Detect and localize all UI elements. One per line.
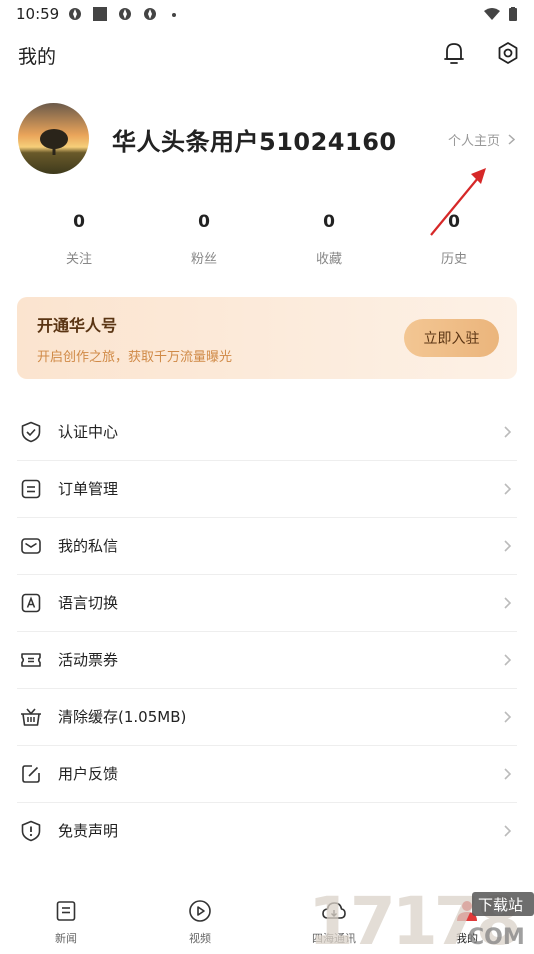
join-button[interactable]: 立即入驻 (404, 319, 499, 357)
menu-label: 语言切换 (58, 594, 119, 612)
chevron-right-icon (504, 596, 512, 609)
menu-item-messages[interactable]: 我的私信 (17, 517, 517, 575)
profile-link[interactable]: 个人主页 (448, 130, 516, 149)
shield-check-icon (19, 420, 43, 444)
stat-value: 0 (323, 212, 335, 232)
mail-icon (19, 534, 43, 558)
bell-icon[interactable] (441, 40, 467, 66)
menu-label: 活动票券 (58, 651, 119, 669)
basket-icon (19, 705, 43, 729)
menu-item-verification[interactable]: 认证中心 (17, 403, 517, 461)
menu-label: 用户反馈 (58, 765, 119, 783)
notification-icon (69, 8, 81, 20)
news-icon (53, 898, 79, 924)
menu-item-language[interactable]: 语言切换 (17, 574, 517, 632)
menu-label: 免责声明 (58, 822, 119, 840)
stat-label: 粉丝 (190, 252, 217, 267)
notification-icon (119, 8, 131, 20)
watermark-logo: 17178 下载站 COM (308, 880, 534, 954)
menu-label: 订单管理 (58, 480, 119, 498)
chevron-right-icon (504, 653, 512, 666)
avatar[interactable] (18, 103, 89, 174)
play-icon (187, 898, 213, 924)
chevron-right-icon (504, 539, 512, 552)
stat-label: 关注 (65, 252, 92, 267)
chevron-right-icon (504, 710, 512, 723)
nav-label: 视频 (189, 932, 211, 945)
notification-icon (144, 8, 156, 20)
menu-item-clear-cache[interactable]: 清除缓存(1.05MB) (17, 688, 517, 746)
stat-value: 0 (448, 212, 460, 232)
menu-label: 清除缓存(1.05MB) (58, 708, 187, 726)
dot-icon (172, 13, 176, 17)
battery-icon (509, 7, 517, 21)
stat-following[interactable]: 0 关注 (39, 212, 119, 267)
chevron-right-icon (504, 482, 512, 495)
svg-text:下载站: 下载站 (478, 896, 523, 914)
stat-value: 0 (73, 212, 85, 232)
chevron-right-icon (504, 425, 512, 438)
banner-title: 开通华人号 (37, 316, 118, 335)
menu-label: 我的私信 (58, 537, 119, 555)
nav-news[interactable]: 新闻 (31, 898, 101, 946)
stat-label: 收藏 (315, 252, 342, 267)
profile-link-label: 个人主页 (448, 134, 501, 149)
chevron-right-icon (504, 767, 512, 780)
page-title: 我的 (18, 46, 57, 68)
menu-item-tickets[interactable]: 活动票券 (17, 631, 517, 689)
chevron-right-icon (504, 824, 512, 837)
wifi-icon (484, 8, 500, 20)
status-time: 10:59 (16, 5, 60, 23)
disclaimer-icon (19, 819, 43, 843)
stat-value: 0 (198, 212, 210, 232)
ticket-icon (19, 648, 43, 672)
username: 华人头条用户51024160 (112, 128, 397, 156)
stat-history[interactable]: 0 历史 (414, 212, 494, 267)
nav-label: 新闻 (55, 932, 77, 945)
chevron-right-icon (508, 134, 516, 145)
feedback-icon (19, 762, 43, 786)
status-bar: 10:59 (0, 0, 534, 28)
stat-followers[interactable]: 0 粉丝 (164, 212, 244, 267)
banner-subtitle: 开启创作之旅，获取千万流量曝光 (37, 350, 233, 365)
stat-label: 历史 (440, 252, 467, 267)
menu-label: 认证中心 (58, 423, 119, 441)
menu-item-feedback[interactable]: 用户反馈 (17, 745, 517, 803)
menu-item-orders[interactable]: 订单管理 (17, 460, 517, 518)
order-icon (19, 477, 43, 501)
square-icon (93, 7, 107, 21)
nav-video[interactable]: 视频 (165, 898, 235, 946)
language-icon (19, 591, 43, 615)
svg-text:COM: COM (468, 925, 525, 950)
stat-favorites[interactable]: 0 收藏 (289, 212, 369, 267)
creator-banner[interactable]: 开通华人号 开启创作之旅，获取千万流量曝光 立即入驻 (17, 297, 517, 379)
menu-item-disclaimer[interactable]: 免责声明 (17, 802, 517, 859)
settings-icon[interactable] (495, 40, 521, 66)
